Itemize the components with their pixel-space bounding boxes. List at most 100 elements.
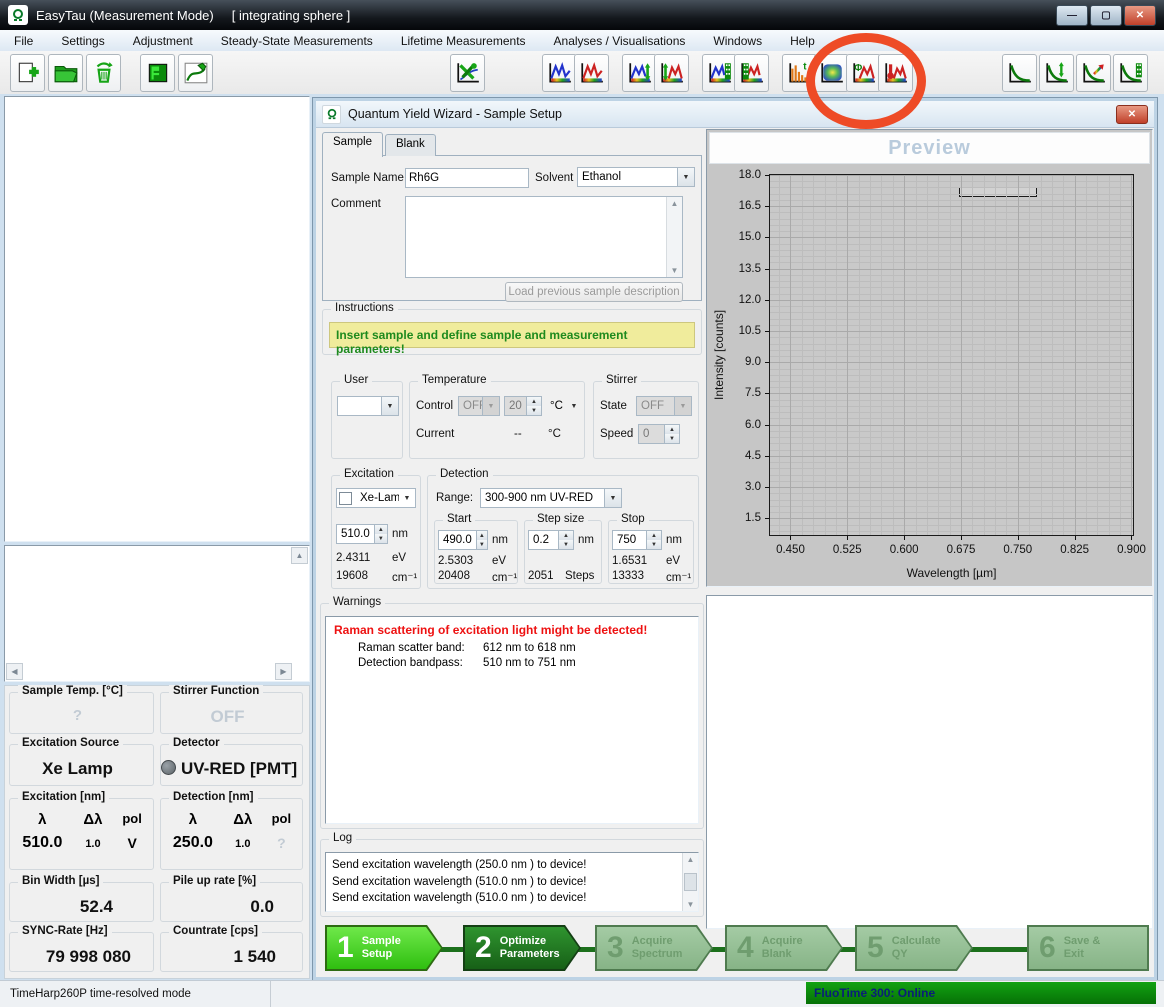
scroll-left-icon[interactable]: ◀ xyxy=(6,663,23,680)
menu-windows[interactable]: Windows xyxy=(699,32,776,50)
svg-text:t: t xyxy=(803,62,807,73)
excitation-spectrum-series-icon[interactable] xyxy=(702,54,737,92)
menu-file[interactable]: File xyxy=(0,32,47,50)
log-line: Send excitation wavelength (250.0 nm ) t… xyxy=(332,857,678,874)
chevron-down-icon: ▼ xyxy=(566,396,582,416)
anisotropy-decay-icon[interactable] xyxy=(1076,54,1111,92)
spin-up-icon[interactable]: ▲ xyxy=(375,525,387,534)
sample-name-input[interactable] xyxy=(405,168,529,188)
spin-up-icon[interactable]: ▲ xyxy=(477,531,487,540)
chevron-down-icon: ▼ xyxy=(677,168,694,186)
chevron-down-icon: ▼ xyxy=(482,397,499,415)
scroll-right-icon[interactable]: ▶ xyxy=(275,663,292,680)
detector-panel: Detector UV-RED [PMT] xyxy=(160,744,303,786)
measurement-list-panel[interactable] xyxy=(4,96,310,542)
menu-settings[interactable]: Settings xyxy=(47,32,118,50)
tcspc-histogram-icon[interactable]: t xyxy=(782,54,817,92)
scroll-down-icon[interactable]: ▼ xyxy=(671,266,679,275)
menu-analyses[interactable]: Analyses / Visualisations xyxy=(540,32,700,50)
stirrer-speed-spinner[interactable]: 0 ▲▼ xyxy=(638,424,680,444)
spin-down-icon[interactable]: ▼ xyxy=(477,540,487,549)
temperature-setpoint-spinner[interactable]: 20 ▲▼ xyxy=(504,396,542,416)
spin-down-icon[interactable]: ▼ xyxy=(559,540,573,549)
step-1-sample-setup[interactable]: 1 SampleSetup xyxy=(325,925,443,971)
scroll-up-icon[interactable]: ▲ xyxy=(671,199,679,208)
excitation-source-checkbox[interactable] xyxy=(339,492,352,505)
temperature-unit-select[interactable]: °C▼ xyxy=(546,396,582,416)
menu-lifetime[interactable]: Lifetime Measurements xyxy=(387,32,540,50)
detection-step-spinner[interactable]: 0.2 ▲▼ xyxy=(528,530,574,550)
status-bar: TimeHarp260P time-resolved mode FluoTime… xyxy=(0,980,1164,1007)
scroll-up-icon[interactable]: ▲ xyxy=(687,855,695,864)
excitation-delta: 1.0 xyxy=(71,838,116,852)
log-text-area[interactable]: Send excitation wavelength (250.0 nm ) t… xyxy=(325,852,699,912)
decay-icon[interactable] xyxy=(1002,54,1037,92)
results-empty-panel xyxy=(706,595,1153,929)
excitation-spectrum-icon[interactable] xyxy=(542,54,577,92)
log-scrollbar[interactable]: ▲ ▼ xyxy=(682,853,698,911)
load-previous-sample-button[interactable]: Load previous sample description xyxy=(505,282,683,302)
detection-range-select[interactable]: 300-900 nm UV-RED▼ xyxy=(480,488,622,508)
2d-map-icon[interactable] xyxy=(814,54,849,92)
menu-adjustment[interactable]: Adjustment xyxy=(119,32,207,50)
step-2-optimize-parameters[interactable]: 2 OptimizeParameters xyxy=(463,925,581,971)
detail-list-panel[interactable]: ▲ ◀ ▶ xyxy=(4,545,310,682)
preview-title: Preview xyxy=(709,132,1150,164)
decay-series-icon[interactable] xyxy=(1113,54,1148,92)
spin-up-icon[interactable]: ▲ xyxy=(527,397,541,406)
spin-down-icon[interactable]: ▼ xyxy=(665,434,679,443)
window-title-bar: EasyTau (Measurement Mode) [ integrating… xyxy=(0,0,1164,30)
excitation-spectrum-scan-icon[interactable] xyxy=(622,54,657,92)
sync-rate-panel: SYNC-Rate [Hz] 79 998 080 xyxy=(9,932,154,972)
delete-icon[interactable] xyxy=(86,54,121,92)
excitation-source-select[interactable]: Xe-Lamp▼ xyxy=(336,488,416,508)
scroll-down-icon[interactable]: ▼ xyxy=(687,900,695,909)
spin-up-icon[interactable]: ▲ xyxy=(647,531,661,540)
close-button[interactable]: ✕ xyxy=(1124,5,1156,26)
emission-spectrum-icon[interactable] xyxy=(574,54,609,92)
spin-down-icon[interactable]: ▼ xyxy=(647,540,661,549)
tab-blank[interactable]: Blank xyxy=(385,134,436,156)
detection-step-groupbox: Step size 0.2 ▲▼ nm 2051 Steps xyxy=(524,520,602,584)
spin-up-icon[interactable]: ▲ xyxy=(665,425,679,434)
quantum-yield-wizard-icon[interactable]: Φ xyxy=(846,54,881,92)
menu-help[interactable]: Help xyxy=(776,32,829,50)
wizard-close-button[interactable]: ✕ xyxy=(1116,105,1148,124)
minimize-button[interactable]: — xyxy=(1056,5,1088,26)
adjustment-tools-icon[interactable] xyxy=(450,54,485,92)
stirrer-function-value: OFF xyxy=(161,707,294,727)
emission-spectrum-series-icon[interactable] xyxy=(734,54,769,92)
open-folder-icon[interactable] xyxy=(48,54,83,92)
dock-panel-icon[interactable] xyxy=(140,54,175,92)
emission-spectrum-scan-icon[interactable] xyxy=(654,54,689,92)
scroll-thumb[interactable] xyxy=(684,873,697,891)
detection-delta: 1.0 xyxy=(221,838,265,852)
excitation-wavelength-spinner[interactable]: 510.0 ▲▼ xyxy=(336,524,388,544)
solvent-select[interactable]: Ethanol▼ xyxy=(577,167,695,187)
maximize-button[interactable]: ▢ xyxy=(1090,5,1122,26)
step-6-save-exit: 6 Save &Exit xyxy=(1027,925,1149,971)
detection-stop-groupbox: Stop 750 ▲▼ nm 1.6531 eV 13333 cm⁻¹ xyxy=(608,520,694,584)
temperature-scan-icon[interactable] xyxy=(878,54,913,92)
toolbar: t Φ xyxy=(0,51,1164,95)
spin-up-icon[interactable]: ▲ xyxy=(559,531,573,540)
chevron-down-icon: ▼ xyxy=(399,489,415,507)
detection-groupbox: Detection Range: 300-900 nm UV-RED▼ Star… xyxy=(427,475,699,589)
menu-steady-state[interactable]: Steady-State Measurements xyxy=(207,32,387,50)
scroll-up-icon[interactable]: ▲ xyxy=(291,547,308,564)
edit-curve-icon[interactable] xyxy=(178,54,213,92)
decay-scan-icon[interactable] xyxy=(1039,54,1074,92)
user-select[interactable]: ▼ xyxy=(337,396,399,416)
pileup-panel: Pile up rate [%] 0.0 xyxy=(160,882,303,922)
spin-down-icon[interactable]: ▼ xyxy=(527,406,541,415)
detection-stop-spinner[interactable]: 750 ▲▼ xyxy=(612,530,662,550)
temperature-control-select[interactable]: OFF▼ xyxy=(458,396,500,416)
stirrer-state-select[interactable]: OFF▼ xyxy=(636,396,692,416)
instructions-text: Insert sample and define sample and meas… xyxy=(329,322,695,348)
log-line: Send excitation wavelength (510.0 nm ) t… xyxy=(332,874,678,891)
detection-start-spinner[interactable]: 490.0 ▲▼ xyxy=(438,530,488,550)
spin-down-icon[interactable]: ▼ xyxy=(375,534,387,543)
tab-sample[interactable]: Sample xyxy=(322,132,383,157)
new-document-icon[interactable] xyxy=(10,54,45,92)
comment-textarea[interactable]: ▲▼ xyxy=(405,196,683,278)
